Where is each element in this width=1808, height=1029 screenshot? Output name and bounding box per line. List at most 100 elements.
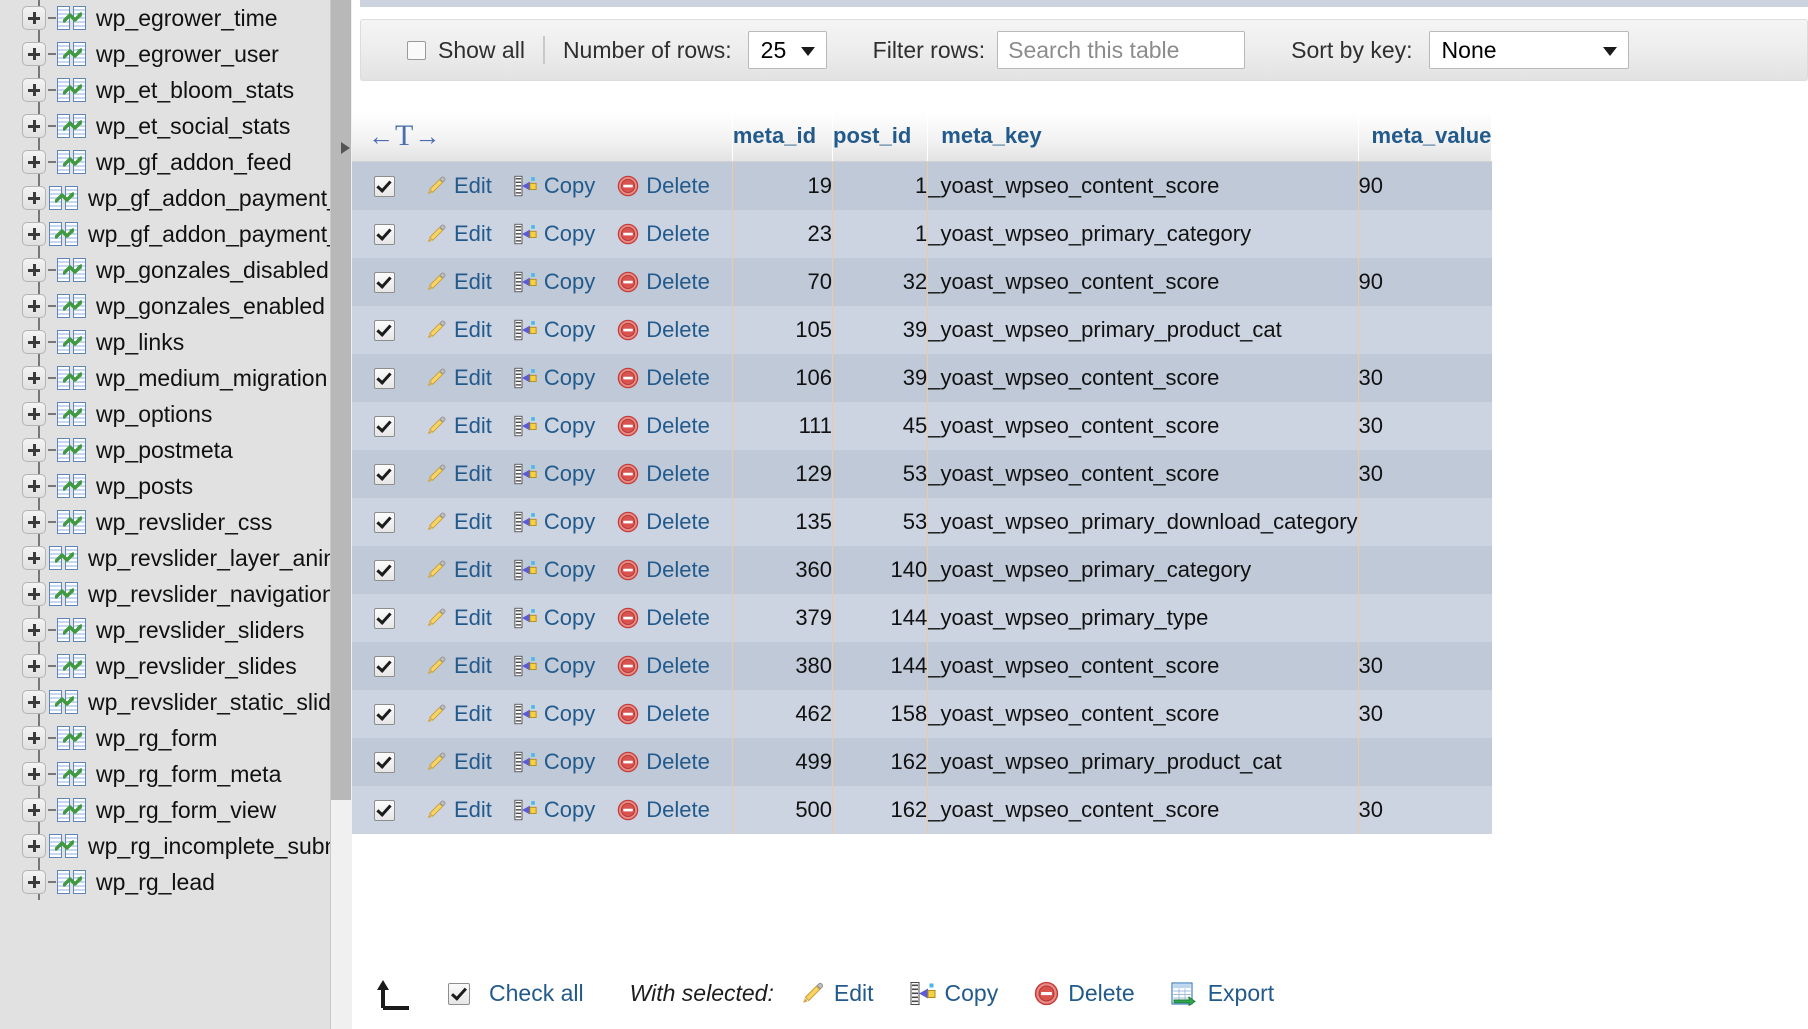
row-delete-button[interactable]: Delete xyxy=(617,221,710,247)
expand-plus-icon[interactable] xyxy=(22,690,46,714)
row-edit-button[interactable]: Edit xyxy=(425,653,492,679)
row-select-checkbox[interactable] xyxy=(374,272,395,293)
column-header-meta-id[interactable]: meta_id xyxy=(732,112,832,162)
check-all-checkbox[interactable] xyxy=(448,983,470,1005)
bulk-delete-button[interactable]: Delete xyxy=(1034,980,1134,1007)
expand-plus-icon[interactable] xyxy=(22,726,46,750)
expand-plus-icon[interactable] xyxy=(22,150,46,174)
row-select-checkbox[interactable] xyxy=(374,560,395,581)
bulk-export-button[interactable]: Export xyxy=(1171,980,1274,1007)
sidebar-item-wp-gonzales-disabled[interactable]: wp_gonzales_disabled xyxy=(0,252,330,288)
row-edit-button[interactable]: Edit xyxy=(425,605,492,631)
row-select-checkbox[interactable] xyxy=(374,656,395,677)
row-edit-button[interactable]: Edit xyxy=(425,317,492,343)
table-row[interactable]: EditCopyDelete7032_yoast_wpseo_content_s… xyxy=(352,258,1492,306)
row-edit-button[interactable]: Edit xyxy=(425,509,492,535)
sidebar-item-wp-rg-incomplete-submis[interactable]: wp_rg_incomplete_submis xyxy=(0,828,330,864)
row-delete-button[interactable]: Delete xyxy=(617,797,710,823)
row-edit-button[interactable]: Edit xyxy=(425,749,492,775)
arrow-left-icon[interactable]: ← xyxy=(368,123,394,149)
expand-plus-icon[interactable] xyxy=(22,546,46,570)
row-copy-button[interactable]: Copy xyxy=(514,557,595,583)
sidebar-item-wp-revslider-layer-animat[interactable]: wp_revslider_layer_animat xyxy=(0,540,330,576)
sidebar-scrollbar-thumb[interactable] xyxy=(331,0,351,800)
row-select-checkbox[interactable] xyxy=(374,320,395,341)
sidebar-item-wp-medium-migration[interactable]: wp_medium_migration xyxy=(0,360,330,396)
row-edit-button[interactable]: Edit xyxy=(425,269,492,295)
sidebar-item-wp-posts[interactable]: wp_posts xyxy=(0,468,330,504)
row-copy-button[interactable]: Copy xyxy=(514,509,595,535)
row-delete-button[interactable]: Delete xyxy=(617,461,710,487)
row-copy-button[interactable]: Copy xyxy=(514,317,595,343)
row-edit-button[interactable]: Edit xyxy=(425,413,492,439)
expand-plus-icon[interactable] xyxy=(22,582,46,606)
expand-plus-icon[interactable] xyxy=(22,474,46,498)
row-delete-button[interactable]: Delete xyxy=(617,605,710,631)
expand-plus-icon[interactable] xyxy=(22,798,46,822)
row-copy-button[interactable]: Copy xyxy=(514,269,595,295)
expand-plus-icon[interactable] xyxy=(22,870,46,894)
table-row[interactable]: EditCopyDelete379144_yoast_wpseo_primary… xyxy=(352,594,1492,642)
row-copy-button[interactable]: Copy xyxy=(514,605,595,631)
expand-plus-icon[interactable] xyxy=(22,6,46,30)
sidebar-item-wp-revslider-static-slides[interactable]: wp_revslider_static_slides xyxy=(0,684,330,720)
row-select-checkbox[interactable] xyxy=(374,608,395,629)
sidebar-item-wp-postmeta[interactable]: wp_postmeta xyxy=(0,432,330,468)
table-row[interactable]: EditCopyDelete499162_yoast_wpseo_primary… xyxy=(352,738,1492,786)
bulk-edit-button[interactable]: Edit xyxy=(800,980,874,1007)
expand-plus-icon[interactable] xyxy=(22,294,46,318)
row-delete-button[interactable]: Delete xyxy=(617,317,710,343)
expand-plus-icon[interactable] xyxy=(22,114,46,138)
row-select-checkbox[interactable] xyxy=(374,176,395,197)
row-copy-button[interactable]: Copy xyxy=(514,173,595,199)
expand-plus-icon[interactable] xyxy=(22,42,46,66)
row-select-checkbox[interactable] xyxy=(374,224,395,245)
column-nav-arrows[interactable]: ←T→ xyxy=(352,121,732,151)
expand-plus-icon[interactable] xyxy=(22,618,46,642)
row-copy-button[interactable]: Copy xyxy=(514,653,595,679)
row-select-checkbox[interactable] xyxy=(374,368,395,389)
sidebar-item-wp-gonzales-enabled[interactable]: wp_gonzales_enabled xyxy=(0,288,330,324)
row-edit-button[interactable]: Edit xyxy=(425,701,492,727)
sidebar-item-wp-rg-form-meta[interactable]: wp_rg_form_meta xyxy=(0,756,330,792)
sidebar-item-wp-options[interactable]: wp_options xyxy=(0,396,330,432)
sidebar-item-wp-revslider-slides[interactable]: wp_revslider_slides xyxy=(0,648,330,684)
sidebar-item-wp-rg-lead[interactable]: wp_rg_lead xyxy=(0,864,330,900)
table-row[interactable]: EditCopyDelete380144_yoast_wpseo_content… xyxy=(352,642,1492,690)
sort-by-key-select[interactable]: None xyxy=(1429,31,1629,69)
row-edit-button[interactable]: Edit xyxy=(425,461,492,487)
row-delete-button[interactable]: Delete xyxy=(617,653,710,679)
arrow-right-icon[interactable]: → xyxy=(414,123,440,149)
row-delete-button[interactable]: Delete xyxy=(617,557,710,583)
sidebar-item-wp-revslider-css[interactable]: wp_revslider_css xyxy=(0,504,330,540)
row-edit-button[interactable]: Edit xyxy=(425,221,492,247)
row-select-checkbox[interactable] xyxy=(374,752,395,773)
row-edit-button[interactable]: Edit xyxy=(425,365,492,391)
expand-plus-icon[interactable] xyxy=(22,654,46,678)
column-header-meta-key[interactable]: meta_key xyxy=(928,112,1358,162)
row-edit-button[interactable]: Edit xyxy=(425,797,492,823)
expand-plus-icon[interactable] xyxy=(22,510,46,534)
expand-plus-icon[interactable] xyxy=(22,258,46,282)
sidebar-item-wp-rg-form-view[interactable]: wp_rg_form_view xyxy=(0,792,330,828)
table-row[interactable]: EditCopyDelete462158_yoast_wpseo_content… xyxy=(352,690,1492,738)
expand-plus-icon[interactable] xyxy=(22,222,46,246)
number-of-rows-select[interactable]: 25 xyxy=(748,31,827,69)
row-copy-button[interactable]: Copy xyxy=(514,797,595,823)
sidebar-item-wp-links[interactable]: wp_links xyxy=(0,324,330,360)
table-row[interactable]: EditCopyDelete10639_yoast_wpseo_content_… xyxy=(352,354,1492,402)
row-delete-button[interactable]: Delete xyxy=(617,173,710,199)
sidebar-item-wp-rg-form[interactable]: wp_rg_form xyxy=(0,720,330,756)
expand-plus-icon[interactable] xyxy=(22,78,46,102)
row-copy-button[interactable]: Copy xyxy=(514,221,595,247)
sidebar-item-wp-revslider-navigations[interactable]: wp_revslider_navigations xyxy=(0,576,330,612)
table-row[interactable]: EditCopyDelete191_yoast_wpseo_content_sc… xyxy=(352,162,1492,211)
show-all-checkbox[interactable] xyxy=(407,41,426,60)
row-copy-button[interactable]: Copy xyxy=(514,413,595,439)
sidebar-item-wp-egrower-time[interactable]: wp_egrower_time xyxy=(0,0,330,36)
expand-plus-icon[interactable] xyxy=(22,402,46,426)
row-select-checkbox[interactable] xyxy=(374,464,395,485)
expand-plus-icon[interactable] xyxy=(22,366,46,390)
row-select-checkbox[interactable] xyxy=(374,704,395,725)
row-edit-button[interactable]: Edit xyxy=(425,557,492,583)
